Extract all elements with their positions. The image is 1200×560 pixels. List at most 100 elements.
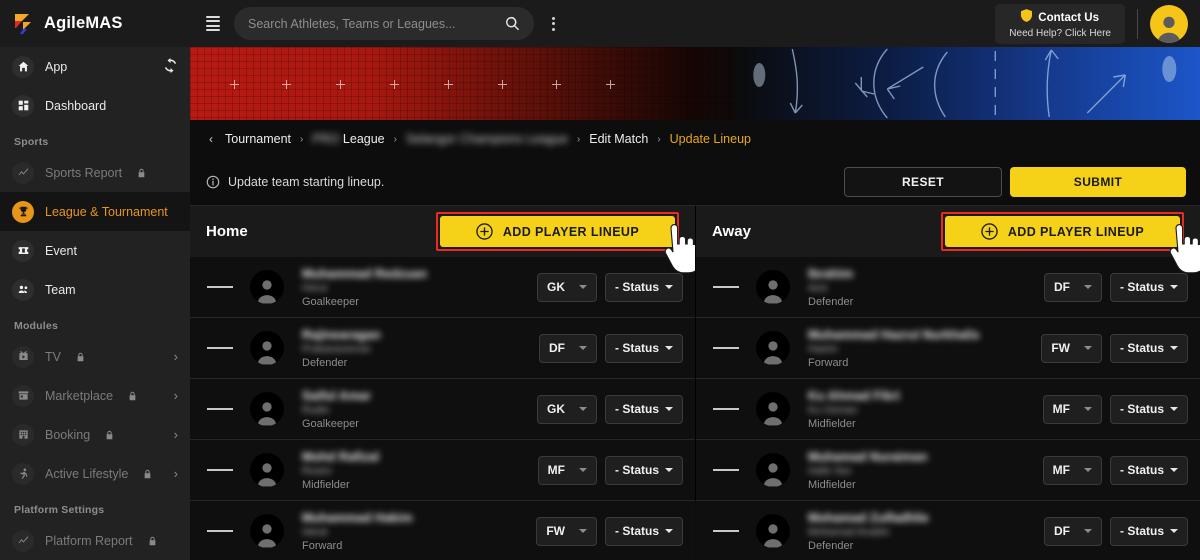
- player-position: Defender: [808, 539, 854, 552]
- sidebar-item-booking[interactable]: Booking ›: [0, 415, 190, 454]
- row-controls: DF - Status: [1043, 516, 1188, 546]
- sidebar-item-event[interactable]: Event: [0, 231, 190, 270]
- table-row[interactable]: Muhamad Nuraiman Hafiz Nor Midfielder MF…: [696, 440, 1200, 501]
- breadcrumb-item-tournament[interactable]: Tournament: [225, 132, 291, 146]
- chevron-down-icon: [578, 285, 587, 289]
- search-input[interactable]: [248, 16, 497, 31]
- hamburger-icon[interactable]: [204, 14, 222, 34]
- sidebar-item-dashboard[interactable]: Dashboard: [0, 86, 190, 125]
- breadcrumb-item-update-lineup[interactable]: Update Lineup: [670, 132, 751, 146]
- position-select[interactable]: DF: [1043, 516, 1102, 546]
- drag-handle-icon[interactable]: [696, 530, 756, 532]
- sidebar-item-marketplace[interactable]: Marketplace ›: [0, 376, 190, 415]
- table-row[interactable]: Ibrahim Aziz Defender DF - Status: [696, 257, 1200, 318]
- sidebar-item-active-lifestyle[interactable]: Active Lifestyle ›: [0, 454, 190, 493]
- player-alias: Hazim: [808, 342, 838, 355]
- position-value: MF: [547, 463, 565, 477]
- banner-tactics-lines: [753, 48, 1177, 119]
- status-select[interactable]: - Status: [604, 394, 683, 424]
- away-add-player-label: ADD PLAYER LINEUP: [1007, 224, 1145, 239]
- avatar[interactable]: [1150, 4, 1188, 43]
- breadcrumb-item-league[interactable]: PRO League: [312, 132, 384, 146]
- table-row[interactable]: Muhammad Hakim Iskral Forward FW - Statu…: [190, 501, 695, 560]
- status-select[interactable]: - Status: [1109, 272, 1188, 302]
- trophy-icon: [12, 200, 34, 223]
- chevron-left-icon[interactable]: ‹: [206, 132, 216, 146]
- drag-handle-icon[interactable]: [190, 469, 250, 471]
- drag-handle-icon[interactable]: [190, 286, 250, 288]
- player-position: Forward: [808, 356, 849, 369]
- status-select[interactable]: - Status: [604, 455, 683, 485]
- drag-handle-icon[interactable]: [190, 408, 250, 410]
- row-controls: MF - Status: [1042, 394, 1188, 424]
- position-select[interactable]: FW: [1041, 333, 1102, 363]
- building-icon: [12, 423, 34, 446]
- table-row[interactable]: Saiful Amar Rudin Goalkeeper GK - Status: [190, 379, 695, 440]
- position-select[interactable]: MF: [1042, 455, 1102, 485]
- search-box[interactable]: [234, 7, 534, 40]
- sidebar-item-platform-report[interactable]: Platform Report: [0, 521, 190, 560]
- agilemas-logo-icon: [12, 12, 34, 36]
- chevron-down-icon: [1083, 346, 1092, 350]
- status-select[interactable]: - Status: [604, 333, 683, 363]
- position-select[interactable]: GK: [536, 272, 597, 302]
- table-row[interactable]: Muhammad Redzuan Herul Goalkeeper GK - S…: [190, 257, 695, 318]
- status-select[interactable]: - Status: [604, 272, 683, 302]
- brand[interactable]: AgileMAS: [0, 0, 190, 47]
- position-select[interactable]: FW: [536, 516, 597, 546]
- drag-handle-icon[interactable]: [696, 347, 756, 349]
- row-controls: MF - Status: [1042, 455, 1188, 485]
- submit-button[interactable]: SUBMIT: [1010, 166, 1186, 197]
- sidebar-item-team[interactable]: Team: [0, 270, 190, 309]
- breadcrumb-item-edit-match[interactable]: Edit Match: [589, 132, 648, 146]
- table-row[interactable]: Rajinearagan Prakaraveeran Defender DF -…: [190, 318, 695, 379]
- reset-button[interactable]: RESET: [844, 166, 1002, 197]
- home-add-player-label: ADD PLAYER LINEUP: [502, 224, 640, 239]
- status-select[interactable]: - Status: [604, 516, 683, 546]
- breadcrumb-item-competition[interactable]: Selangor Champions League: [406, 132, 568, 146]
- status-select[interactable]: - Status: [1109, 333, 1188, 363]
- status-select[interactable]: - Status: [1109, 455, 1188, 485]
- position-select[interactable]: DF: [1043, 272, 1102, 302]
- avatar: [756, 270, 790, 304]
- table-row[interactable]: Muhammad Hazrul Nurkhalis Hazim Forward …: [696, 318, 1200, 379]
- player-info: Muhamad Nuraiman Hafiz Nor Midfielder: [790, 450, 1043, 491]
- chevron-right-icon[interactable]: ›: [174, 428, 178, 441]
- status-select[interactable]: - Status: [1109, 516, 1188, 546]
- sidebar-item-tv[interactable]: TV ›: [0, 337, 190, 376]
- row-controls: FW - Status: [536, 516, 683, 546]
- sidebar-item-league-tournament[interactable]: League & Tournament: [0, 192, 190, 231]
- sidebar-section-title: Modules: [14, 320, 58, 332]
- table-row[interactable]: Ku Ahmad Fikri Ku Osman Midfielder MF - …: [696, 379, 1200, 440]
- player-alias: Hafiz Nor: [808, 464, 852, 477]
- drag-handle-icon[interactable]: [190, 347, 250, 349]
- drag-handle-icon[interactable]: [696, 286, 756, 288]
- home-add-player-lineup-button[interactable]: ADD PLAYER LINEUP: [440, 216, 675, 247]
- position-select[interactable]: MF: [537, 455, 597, 485]
- position-select[interactable]: GK: [536, 394, 597, 424]
- plus-circle-icon: [476, 223, 493, 240]
- search-icon[interactable]: [505, 16, 520, 31]
- position-select[interactable]: DF: [538, 333, 597, 363]
- player-info: Muhammad Hazrul Nurkhalis Hazim Forward: [790, 328, 1041, 369]
- table-row[interactable]: Mohd Rafizal Rosim Midfielder MF - Statu…: [190, 440, 695, 501]
- refresh-icon[interactable]: [163, 57, 178, 76]
- drag-handle-icon[interactable]: [696, 408, 756, 410]
- lock-icon: [76, 352, 85, 362]
- player-alias: Mohamad Anabin: [808, 525, 890, 538]
- drag-handle-icon[interactable]: [190, 530, 250, 532]
- sidebar-item-app[interactable]: App: [0, 47, 190, 86]
- sidebar-item-sports-report[interactable]: Sports Report: [0, 153, 190, 192]
- player-name: Saiful Amar: [302, 388, 372, 403]
- more-vertical-icon[interactable]: [546, 14, 561, 34]
- away-add-player-lineup-button[interactable]: ADD PLAYER LINEUP: [945, 216, 1180, 247]
- avatar: [250, 514, 284, 548]
- chevron-right-icon[interactable]: ›: [174, 467, 178, 480]
- chevron-right-icon[interactable]: ›: [174, 350, 178, 363]
- drag-handle-icon[interactable]: [696, 469, 756, 471]
- status-select[interactable]: - Status: [1109, 394, 1188, 424]
- chevron-right-icon[interactable]: ›: [174, 389, 178, 402]
- table-row[interactable]: Mohamad Zulfadhlie Mohamad Anabin Defend…: [696, 501, 1200, 560]
- contact-us-button[interactable]: Contact Us Need Help? Click Here: [995, 3, 1125, 44]
- position-select[interactable]: MF: [1042, 394, 1102, 424]
